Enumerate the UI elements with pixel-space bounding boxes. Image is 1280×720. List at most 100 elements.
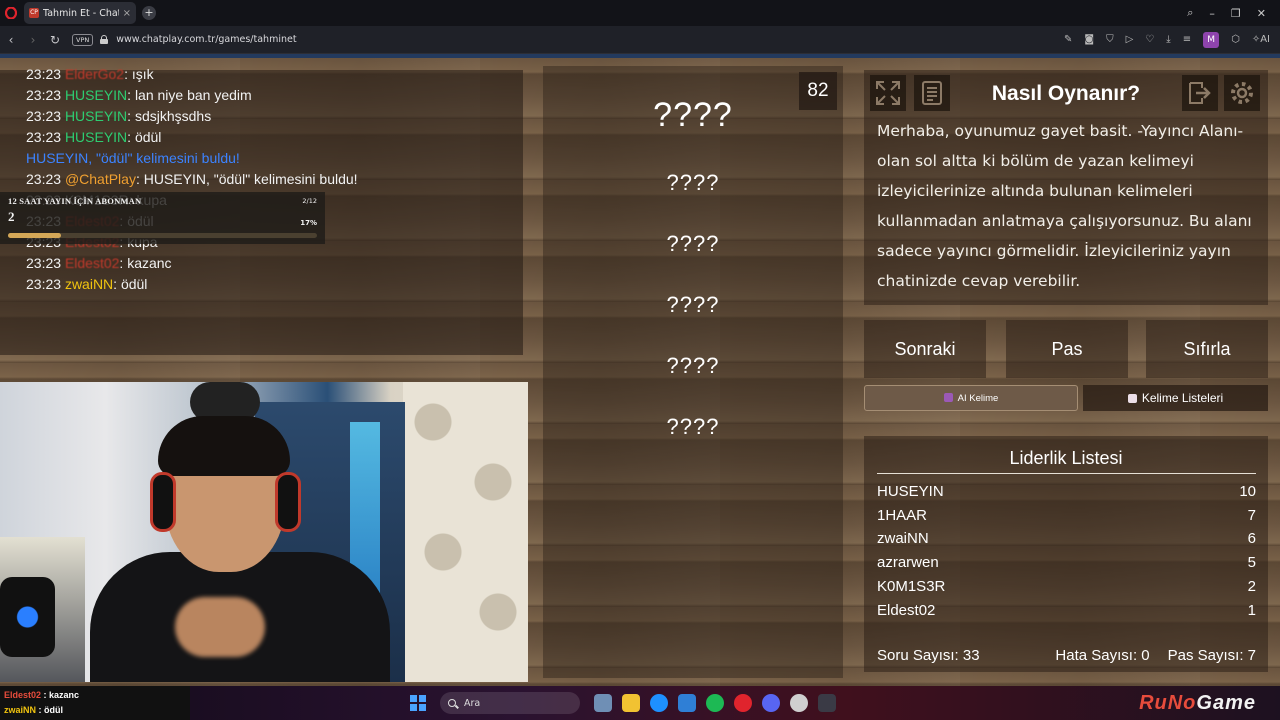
stream-chat-line: Eldest02 : kazanc [4,688,186,703]
leaderboard-row: K0M1S3R 2 [877,578,1256,595]
chat-text: : ödül [113,276,148,292]
leaderboard-row: Eldest02 1 [877,602,1256,619]
chat-username[interactable]: @ChatPlay [65,171,136,187]
forbidden-word: ???? [666,414,720,439]
profile-avatar[interactable]: M [1203,31,1220,48]
stream-chat-line: zwaiNN : ödül [4,703,186,718]
sub-goal-percent: 17% [300,219,317,227]
chat-message: 23:23 ElderGo2: ışık [26,64,523,85]
leaderboard-row: 1HAAR 7 [877,507,1256,524]
windows-start-icon[interactable] [410,695,426,711]
taskbar-search[interactable]: Ara [440,692,580,714]
forward-icon[interactable]: › [22,33,44,47]
player-name: Eldest02 [877,601,936,619]
leaderboard-row: HUSEYIN 10 [877,483,1256,500]
stream-chat-text: : ödül [36,705,64,715]
list-icon [1127,394,1137,403]
chat-timestamp: 23:23 [26,129,62,145]
shield-icon[interactable]: ⛉ [1106,34,1114,45]
sub-goal-progress-track [8,233,317,238]
play-icon[interactable]: ▷ [1126,34,1134,45]
chat-timestamp: 23:23 [26,87,62,103]
chat-username[interactable]: HUSEYIN [65,129,127,145]
player-name: zwaiNN [877,530,929,548]
settings-gear-icon[interactable] [1224,75,1260,111]
menu-icon[interactable]: ≡ [1183,34,1191,45]
heart-icon[interactable]: ♡ [1145,34,1154,45]
chat-username[interactable]: Eldest02 [65,255,119,271]
chat-message: 23:23 zwaiNN: ödül [26,274,523,295]
edge-icon[interactable] [650,694,668,712]
speaker [0,577,55,657]
chat-lines: 23:23 ElderGo2: ışık 23:23 HUSEYIN: lan n… [26,64,523,295]
forbidden-word: ???? [666,231,720,256]
exit-icon[interactable] [1182,75,1218,111]
widgets-icon[interactable] [594,694,612,712]
app-grid-icon[interactable] [818,694,836,712]
player-name: HUSEYIN [877,483,944,500]
player-score: 2 [1247,577,1256,595]
vpn-badge[interactable]: VPN [72,33,94,46]
player-name: 1HAAR [877,506,928,524]
word-lists-button[interactable]: Kelime Listeleri [1083,385,1268,411]
chat-username[interactable]: ElderGo2 [65,66,124,82]
edit-icon[interactable]: ✎ [1064,34,1072,45]
streamer-hair [158,416,290,476]
how-to-play-panel: Nasıl Oynanır? Merhaba, oyunumuz gayet b… [864,70,1268,305]
player-score: 10 [1239,483,1256,500]
chat-system-message: HUSEYIN, "ödül" kelimesini buldu! [26,148,523,169]
ai-word-button[interactable]: AI Kelime [864,385,1078,411]
next-button[interactable]: Sonraki [864,320,986,378]
player-name: K0M1S3R [877,577,946,595]
file-explorer-icon[interactable] [622,694,640,712]
discord-icon[interactable] [762,694,780,712]
maximize-icon[interactable]: ❐ [1231,7,1241,20]
reload-icon[interactable]: ↻ [44,33,66,47]
sub-goal-overlay: 12 SAAT YAYIN İÇİN ABONMAN 2/12 2 17% [0,192,325,244]
leaderboard-title: Liderlik Listesi [1009,448,1123,468]
opera-taskbar-icon[interactable] [734,694,752,712]
game-page: 23:23 ElderGo2: ışık 23:23 HUSEYIN: lan n… [0,58,1280,686]
stream-chat-text: : kazanc [41,690,80,700]
player-score: 5 [1247,554,1256,572]
opera-logo-icon[interactable] [0,0,22,26]
mail-icon[interactable] [678,694,696,712]
taskbar-search-placeholder: Ara [464,697,481,709]
logo-part-b: Game [1196,692,1256,714]
chat-timestamp: 23:23 [26,276,62,292]
tab-title: Tahmin Et - ChatPlay [43,7,119,19]
new-tab-button[interactable]: + [142,6,156,20]
extensions-icon[interactable]: ⬡ [1231,34,1240,45]
reset-button[interactable]: Sıfırla [1146,320,1268,378]
chat-username[interactable]: HUSEYIN [65,108,127,124]
leaderboard-divider [877,473,1256,474]
chat-text: : lan niye ban yedim [127,87,252,103]
browser-tab[interactable]: CP Tahmin Et - ChatPlay × [24,2,136,24]
chat-timestamp: 23:23 [26,255,62,271]
ai-button[interactable]: ✧AI [1252,34,1270,45]
chat-text: : sdsjkhşsdhs [127,108,212,124]
windows-taskbar: Ara RuNoGame [190,686,1280,720]
chat-username[interactable]: zwaiNN [65,276,113,292]
minimize-icon[interactable]: – [1209,7,1215,20]
tab-close-icon[interactable]: × [123,8,131,19]
chat-text: HUSEYIN, "ödül" kelimesini buldu! [26,150,240,166]
stream-chat-user: Eldest02 [4,690,42,700]
spotify-icon[interactable] [706,694,724,712]
logo-part-a: RuNo [1139,692,1197,714]
camera-icon[interactable]: ◙ [1084,34,1094,45]
chat-text: : ödül [127,129,162,145]
lock-icon[interactable] [100,35,109,44]
streamer-hand [175,597,265,657]
chat-username[interactable]: HUSEYIN [65,87,127,103]
player-name: azrarwen [877,554,939,572]
back-icon[interactable]: ‹ [0,33,22,47]
leaderboard-row: azrarwen 5 [877,554,1256,571]
search-tabs-icon[interactable]: ⌕ [1187,6,1193,20]
close-window-icon[interactable]: ✕ [1257,7,1266,20]
steam-icon[interactable] [790,694,808,712]
download-icon[interactable]: ⤓ [1166,34,1170,45]
url-field[interactable]: www.chatplay.com.tr/games/tahminet [116,34,296,45]
pass-button[interactable]: Pas [1006,320,1128,378]
how-to-play-text: Merhaba, oyunumuz gayet basit. -Yayıncı … [877,122,1252,290]
